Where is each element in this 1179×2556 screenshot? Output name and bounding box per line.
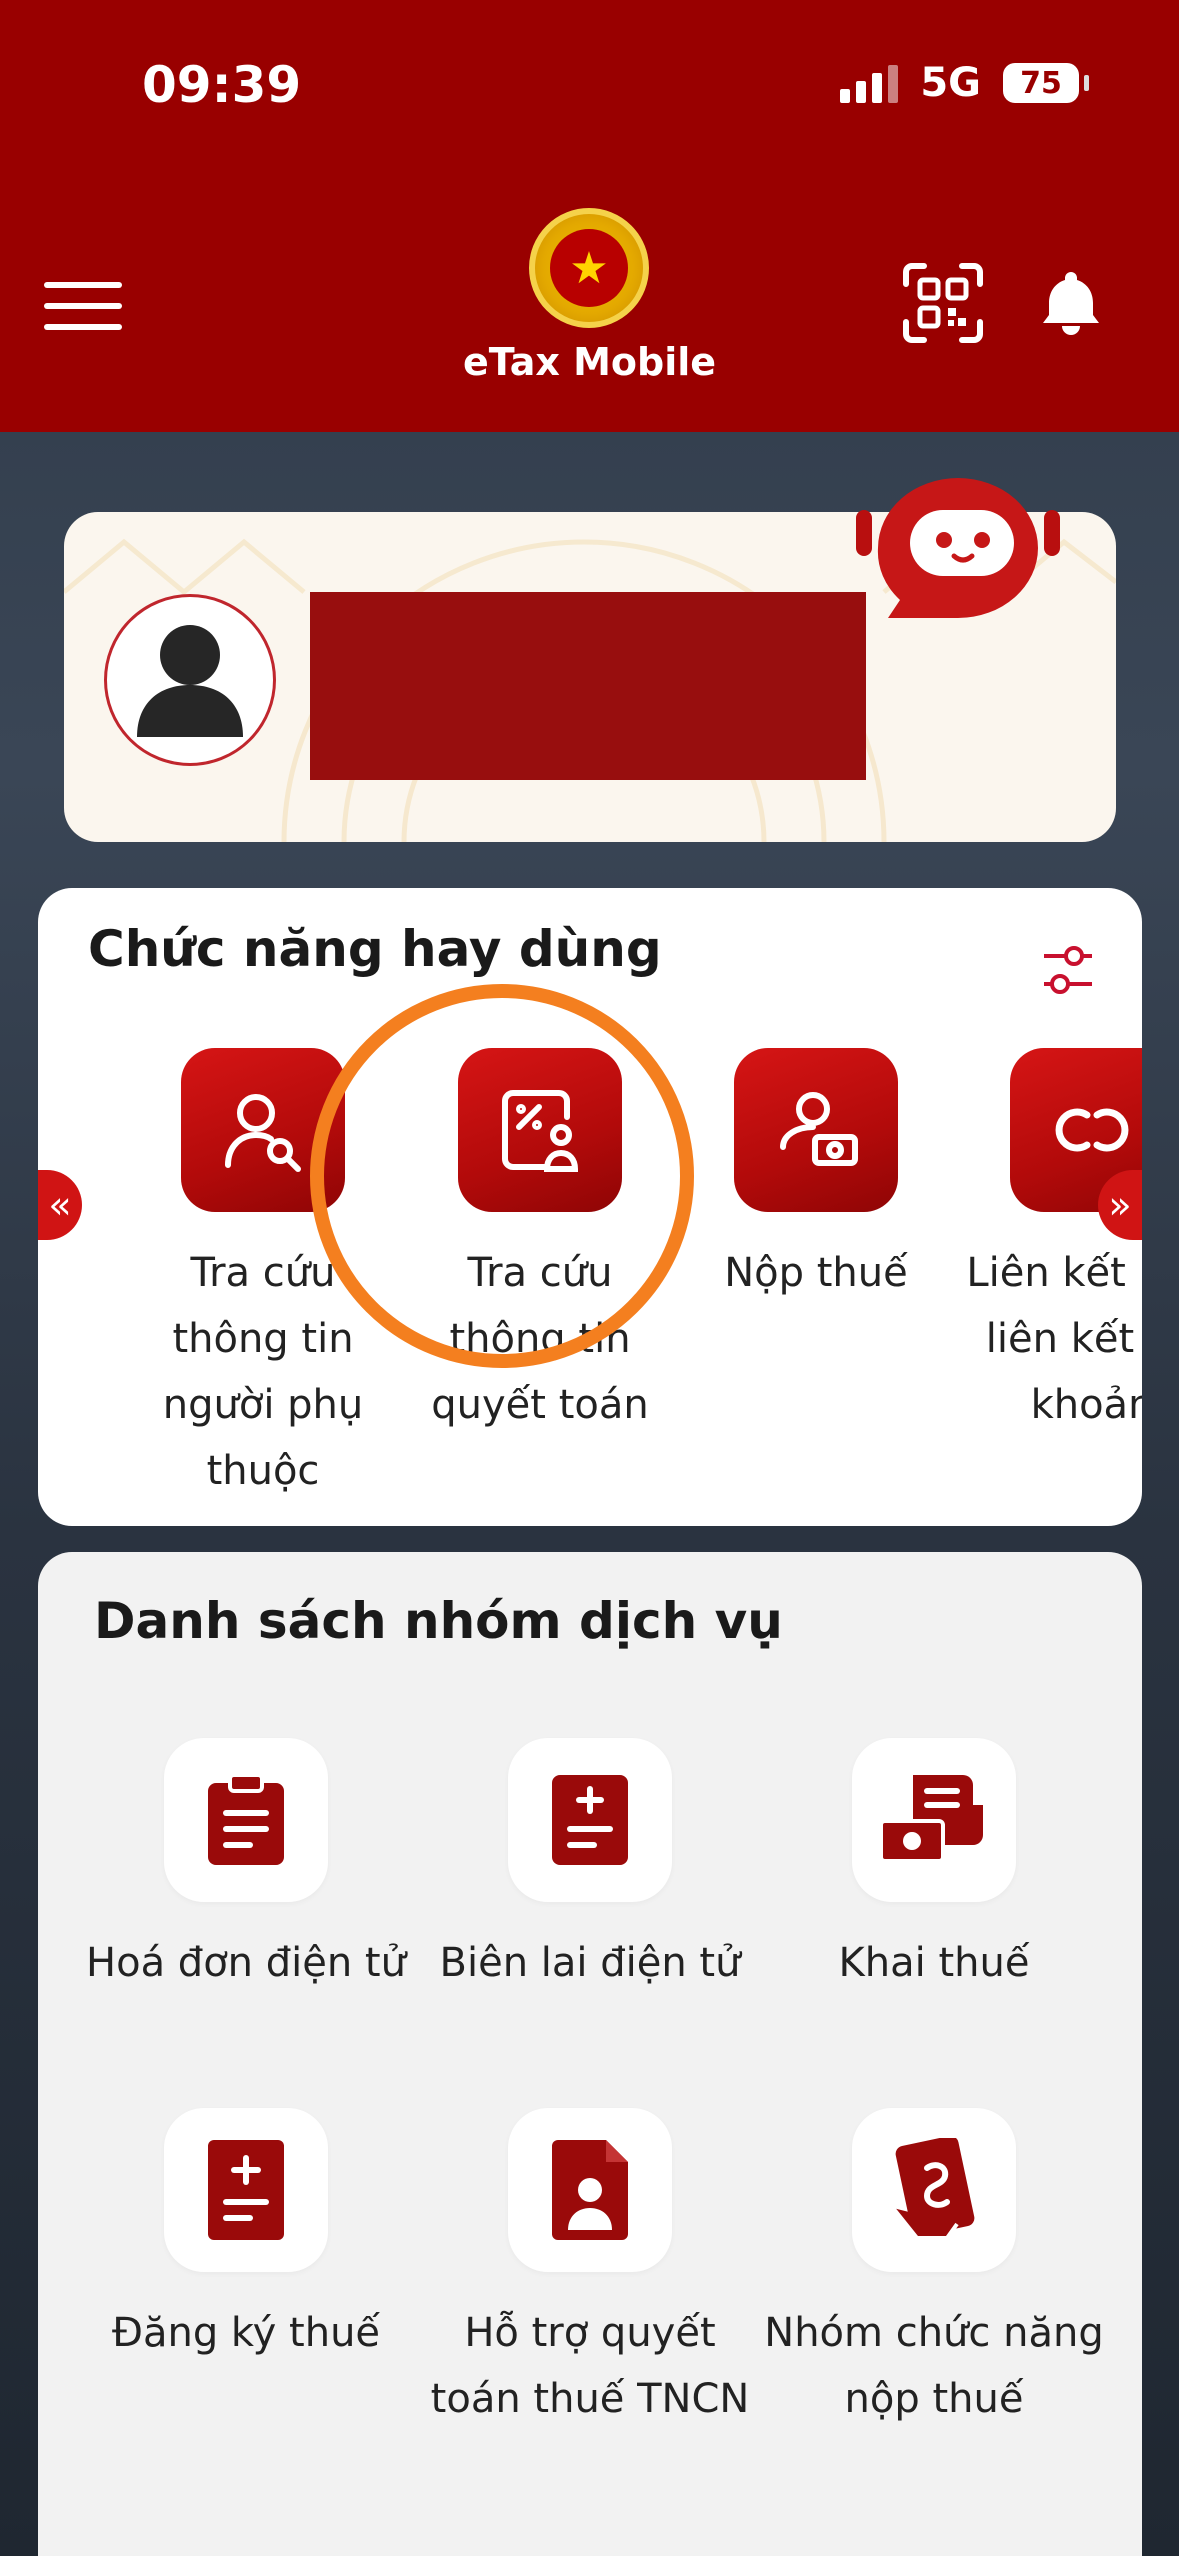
fav-tile: [181, 1048, 345, 1212]
favorite-item-pay-tax[interactable]: Nộp thuế: [686, 1048, 946, 1306]
fav-label: Liên kết Hủy liên kết tài khoản: [966, 1250, 1142, 1428]
service-payment-group[interactable]: Nhóm chức năng nộp thuế: [764, 2108, 1104, 2432]
link-icon: [1055, 1108, 1129, 1152]
user-money-icon: [780, 1092, 858, 1166]
receipt-plus-icon: [552, 1775, 628, 1865]
svc-label: Hỗ trợ quyết toán thuế TNCN: [430, 2310, 750, 2422]
notification-button[interactable]: [1040, 268, 1102, 338]
robot-assistant-icon: [856, 478, 1060, 618]
favorites-card: Chức năng hay dùng Tra cứu thông tin ngư…: [38, 888, 1142, 1526]
svc-tile: [164, 1738, 328, 1902]
favorite-item-account-link[interactable]: Liên kết Hủy liên kết tài khoản: [962, 1048, 1142, 1438]
svc-tile: [508, 1738, 672, 1902]
svc-label: Khai thuế: [838, 1940, 1030, 1986]
hand-money-icon: [891, 2138, 975, 2240]
fav-tile: [734, 1048, 898, 1212]
bell-icon: [1043, 272, 1099, 335]
qr-scan-button[interactable]: [902, 262, 984, 344]
menu-icon-bar: [44, 303, 122, 309]
user-avatar-icon: [137, 625, 243, 737]
sliders-icon: [1044, 946, 1092, 994]
battery-icon: 75: [1003, 63, 1089, 103]
fav-label: Tra cứu thông tin quyết toán: [431, 1250, 649, 1428]
status-time: 09:39: [142, 56, 302, 114]
service-tax-registration[interactable]: Đăng ký thuế: [76, 2108, 416, 2366]
svc-tile: [164, 2108, 328, 2272]
network-type: 5G: [920, 60, 981, 106]
services-title: Danh sách nhóm dịch vụ: [94, 1592, 783, 1650]
svc-tile: [508, 2108, 672, 2272]
favorite-item-settlement-lookup[interactable]: Tra cứu thông tin quyết toán: [410, 1048, 670, 1438]
service-e-invoice[interactable]: Hoá đơn điện tử: [76, 1738, 416, 1996]
menu-button[interactable]: [44, 282, 122, 332]
menu-icon-bar: [44, 324, 122, 330]
svc-tile: [852, 1738, 1016, 1902]
clipboard-icon: [208, 1773, 284, 1865]
service-e-receipt[interactable]: Biên lai điện tử: [420, 1738, 760, 1996]
avatar: [104, 594, 276, 766]
user-search-icon: [225, 1094, 301, 1172]
tax-logo-icon: ★: [529, 208, 649, 328]
service-groups-card: Danh sách nhóm dịch vụ Hoá đơn điện tử B…: [38, 1552, 1142, 2556]
status-indicators: 5G 75: [840, 60, 1089, 106]
svc-label: Hoá đơn điện tử: [86, 1940, 406, 1986]
service-tax-declaration[interactable]: Khai thuế: [764, 1738, 1104, 1996]
service-pit-settlement-support[interactable]: Hỗ trợ quyết toán thuế TNCN: [420, 2108, 760, 2432]
svc-label: Đăng ký thuế: [111, 2310, 381, 2356]
fav-label: Nộp thuế: [724, 1250, 908, 1296]
fav-tile: [458, 1048, 622, 1212]
app-header: 09:39 5G 75 ★ eTax Mobile: [0, 0, 1179, 432]
customize-favorites-button[interactable]: [1040, 940, 1096, 1000]
menu-icon-bar: [44, 282, 122, 288]
qr-scan-icon: [903, 263, 983, 343]
star-icon: ★: [550, 229, 628, 307]
battery-level: 75: [1020, 65, 1062, 101]
signal-icon: [840, 63, 899, 103]
chatbot-button[interactable]: [852, 470, 1064, 630]
favorites-list: Tra cứu thông tin người phụ thuộc Tra cứ…: [38, 1048, 1142, 1526]
fav-label: Tra cứu thông tin người phụ thuộc: [162, 1250, 364, 1494]
favorites-title: Chức năng hay dùng: [88, 920, 662, 978]
money-doc-icon: [879, 1775, 983, 1863]
app-title: eTax Mobile: [462, 340, 717, 384]
svc-label: Biên lai điện tử: [439, 1940, 741, 1986]
plus-document-icon: [208, 2140, 284, 2240]
svc-label: Nhóm chức năng nộp thuế: [764, 2310, 1104, 2422]
receipt-user-icon: [502, 1090, 579, 1172]
person-document-icon: [552, 2140, 628, 2240]
svc-tile: [852, 2108, 1016, 2272]
user-name-redacted: [310, 592, 866, 780]
favorite-item-dependent-lookup[interactable]: Tra cứu thông tin người phụ thuộc: [133, 1048, 393, 1504]
